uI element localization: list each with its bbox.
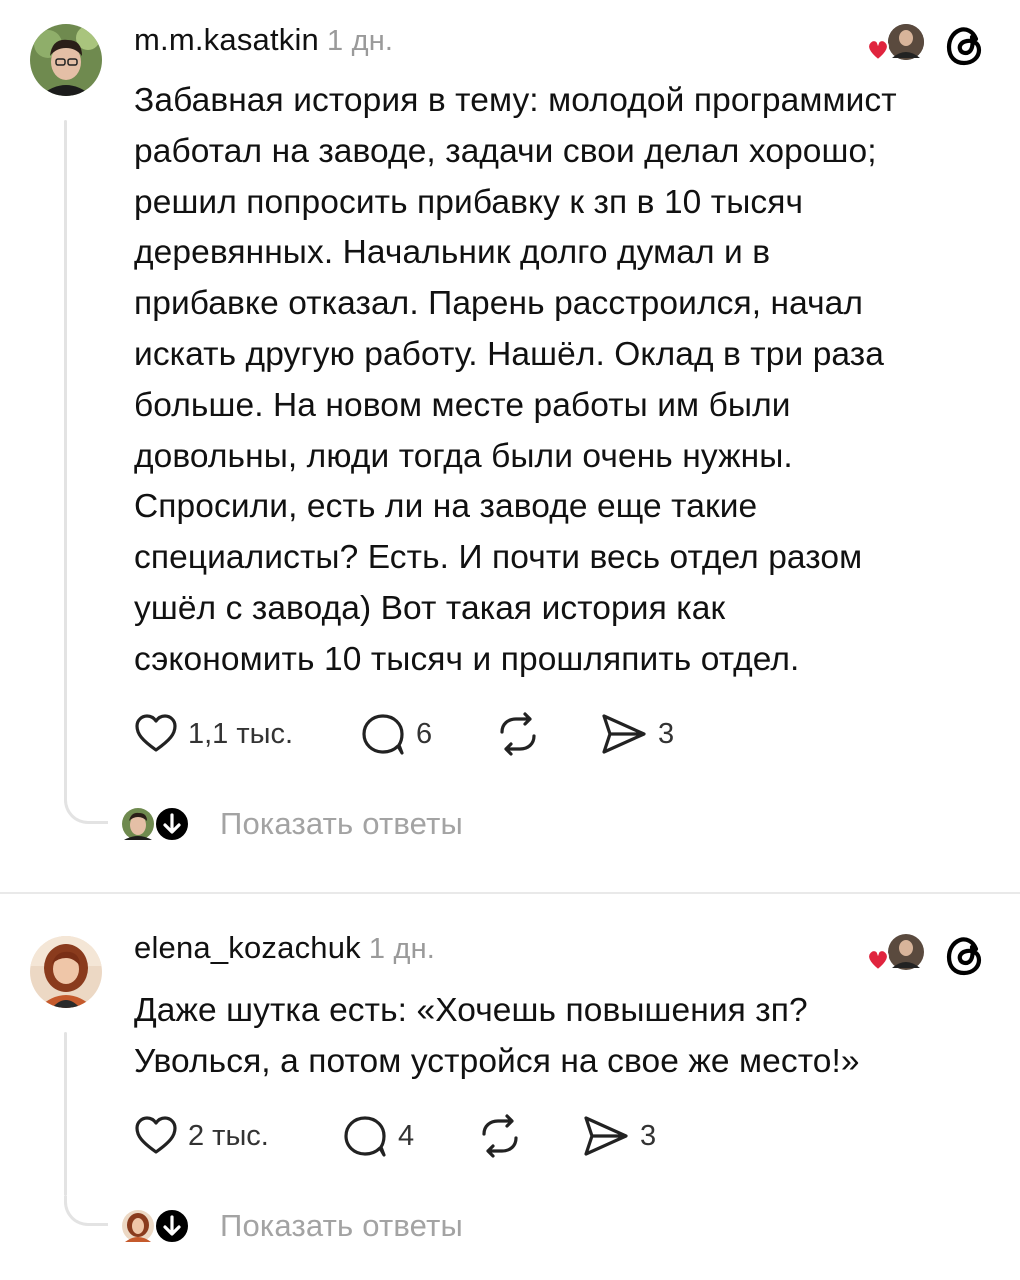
comment-post: m.m.kasatkin 1 дн. Забавная история в тем…: [0, 0, 1020, 890]
thread-line: [64, 1032, 67, 1196]
post-time: 1 дн.: [368, 933, 436, 965]
heart-icon: [867, 949, 889, 972]
comment-count: 4: [398, 1119, 415, 1152]
arrow-down-icon: [154, 1208, 190, 1244]
avatar[interactable]: [30, 936, 102, 1008]
comment-count: 6: [416, 717, 433, 750]
repost-button[interactable]: [494, 710, 542, 758]
comment-text: Забавная история в тему: молодой програм…: [134, 82, 897, 678]
repost-icon: [500, 712, 536, 756]
comment-button[interactable]: 6: [360, 710, 432, 758]
username-row: elena_kozachuk 1 дн.: [134, 930, 435, 966]
send-icon: [602, 714, 646, 754]
thread-line-curve: [64, 1196, 108, 1226]
like-button[interactable]: 2 тыс.: [134, 1112, 269, 1160]
share-count: 3: [640, 1119, 657, 1152]
share-button[interactable]: 3: [582, 1112, 656, 1160]
show-replies-label[interactable]: Показать ответы: [220, 806, 463, 842]
liked-by-author-badge: [864, 20, 930, 68]
avatar[interactable]: [30, 24, 102, 96]
liked-by-author-badge: [864, 930, 930, 978]
action-bar: 2 тыс. 4 3: [134, 1112, 674, 1160]
comment-button[interactable]: 4: [342, 1112, 414, 1160]
username[interactable]: elena_kozachuk: [134, 930, 361, 965]
like-count: 2 тыс.: [188, 1119, 269, 1152]
post-divider: [0, 892, 1020, 894]
show-replies-row[interactable]: Показать ответы: [120, 804, 463, 844]
post-time: 1 дн.: [327, 25, 394, 57]
threads-logo-icon[interactable]: [942, 23, 988, 69]
username[interactable]: m.m.kasatkin: [134, 22, 319, 57]
like-button[interactable]: 1,1 тыс.: [134, 710, 293, 758]
action-bar: 1,1 тыс. 6 3: [134, 710, 694, 758]
threads-logo-icon[interactable]: [942, 933, 988, 979]
show-replies-row[interactable]: Показать ответы: [120, 1206, 463, 1246]
reply-avatars: [120, 1206, 190, 1246]
comment-bubble-icon: [362, 714, 404, 755]
comment-post: elena_kozachuk 1 дн. Даже шутка есть: «Хо…: [0, 896, 1020, 1280]
heart-icon: [135, 714, 177, 752]
heart-icon: [135, 1116, 177, 1154]
show-replies-label[interactable]: Показать ответы: [220, 1208, 463, 1244]
comment-text: Даже шутка есть: «Хочешь повышения зп? У…: [134, 992, 860, 1080]
heart-icon: [867, 39, 889, 62]
username-row: m.m.kasatkin 1 дн.: [134, 22, 393, 58]
arrow-down-icon: [154, 806, 190, 842]
repost-button[interactable]: [476, 1112, 524, 1160]
like-count: 1,1 тыс.: [188, 717, 294, 750]
share-button[interactable]: 3: [600, 710, 674, 758]
send-icon: [584, 1116, 628, 1156]
reply-avatars: [120, 804, 190, 844]
share-count: 3: [658, 717, 675, 750]
thread-line: [64, 120, 67, 800]
repost-icon: [482, 1114, 518, 1158]
thread-line-curve: [64, 794, 108, 824]
comment-bubble-icon: [344, 1116, 386, 1157]
